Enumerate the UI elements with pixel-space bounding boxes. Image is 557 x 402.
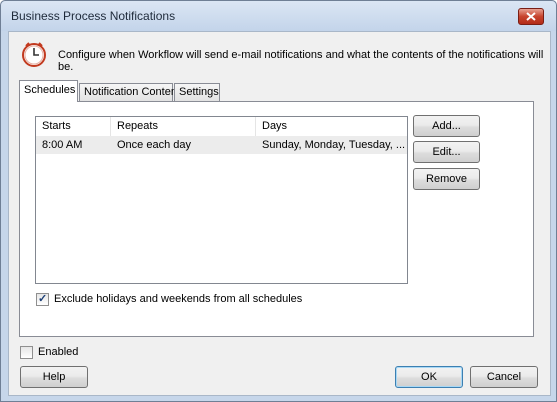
help-button[interactable]: Help: [20, 366, 88, 388]
dialog-body: Configure when Workflow will send e-mail…: [8, 31, 551, 396]
header-description: Configure when Workflow will send e-mail…: [58, 49, 544, 73]
column-header-starts[interactable]: Starts: [36, 117, 111, 136]
list-header: Starts Repeats Days: [36, 117, 407, 137]
schedules-list[interactable]: Starts Repeats Days 8:00 AM Once each da…: [35, 116, 408, 284]
table-row[interactable]: 8:00 AM Once each day Sunday, Monday, Tu…: [36, 136, 407, 154]
ok-button[interactable]: OK: [395, 366, 463, 388]
enabled-label: Enabled: [38, 346, 79, 358]
schedules-panel: Starts Repeats Days 8:00 AM Once each da…: [19, 101, 534, 337]
exclude-holidays-checkbox[interactable]: ✓: [36, 292, 49, 306]
cancel-button[interactable]: Cancel: [470, 366, 538, 388]
add-button[interactable]: Add...: [413, 115, 480, 137]
cell-starts: 8:00 AM: [42, 139, 83, 151]
cell-repeats: Once each day: [117, 139, 191, 151]
tab-settings[interactable]: Settings: [174, 83, 220, 101]
close-button[interactable]: [518, 8, 544, 25]
clock-icon: [22, 42, 46, 67]
close-icon: [526, 12, 536, 21]
exclude-holidays-option[interactable]: ✓ Exclude holidays and weekends from all…: [36, 292, 302, 306]
tab-notification-content[interactable]: Notification Content: [79, 83, 180, 101]
tab-schedules[interactable]: Schedules: [19, 80, 78, 102]
column-header-days[interactable]: Days: [256, 117, 407, 136]
dialog-window: Business Process Notifications Configure…: [0, 0, 557, 402]
title-bar[interactable]: Business Process Notifications: [1, 1, 556, 31]
enabled-option[interactable]: Enabled: [20, 345, 78, 359]
edit-button[interactable]: Edit...: [413, 141, 480, 163]
enabled-checkbox[interactable]: [20, 345, 33, 359]
column-header-repeats[interactable]: Repeats: [111, 117, 256, 136]
window-title: Business Process Notifications: [11, 9, 176, 23]
exclude-holidays-label: Exclude holidays and weekends from all s…: [54, 293, 303, 305]
cell-days: Sunday, Monday, Tuesday, ...: [262, 139, 406, 151]
remove-button[interactable]: Remove: [413, 168, 480, 190]
check-mark-icon: ✓: [38, 292, 48, 305]
